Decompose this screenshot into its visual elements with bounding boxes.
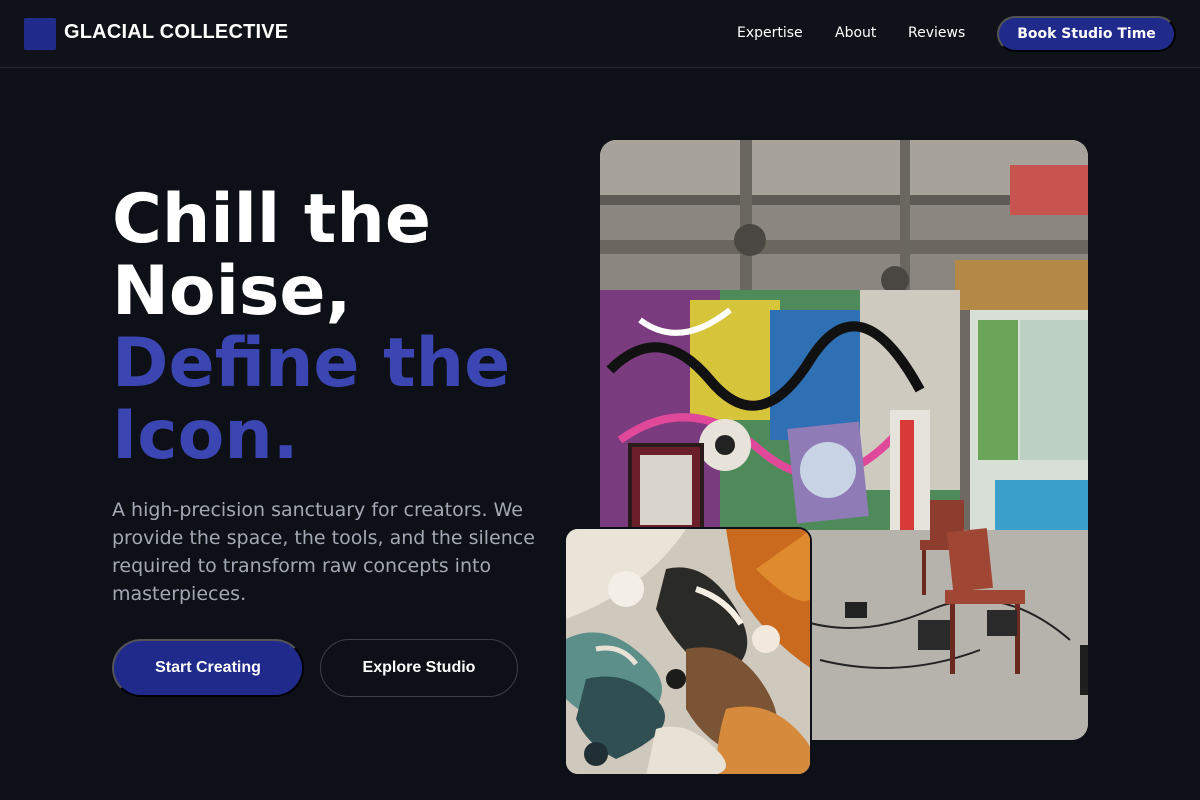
nav-link-expertise[interactable]: Expertise — [737, 25, 803, 41]
hero-description: A high-precision sanctuary for creators.… — [112, 499, 535, 605]
paint-texture-photo — [564, 527, 812, 776]
explore-studio-button[interactable]: Explore Studio — [320, 639, 518, 697]
headline-line-1: Chill the — [112, 180, 431, 259]
logo-icon[interactable] — [24, 18, 56, 50]
brand-name[interactable]: GLACIAL COLLECTIVE — [64, 21, 288, 44]
nav-link-about[interactable]: About — [835, 25, 876, 41]
top-navigation-bar: GLACIAL COLLECTIVE Expertise About Revie… — [0, 0, 1200, 68]
nav-link-reviews[interactable]: Reviews — [908, 25, 965, 41]
headline-line-2: Noise, — [112, 252, 352, 331]
start-creating-button[interactable]: Start Creating — [112, 639, 304, 697]
book-studio-time-button[interactable]: Book Studio Time — [997, 16, 1176, 52]
headline-accent-line-1: Define the — [112, 324, 511, 403]
hero-headline: Chill the Noise, Define the Icon. — [112, 184, 582, 472]
headline-accent-line-2: Icon. — [112, 396, 299, 475]
